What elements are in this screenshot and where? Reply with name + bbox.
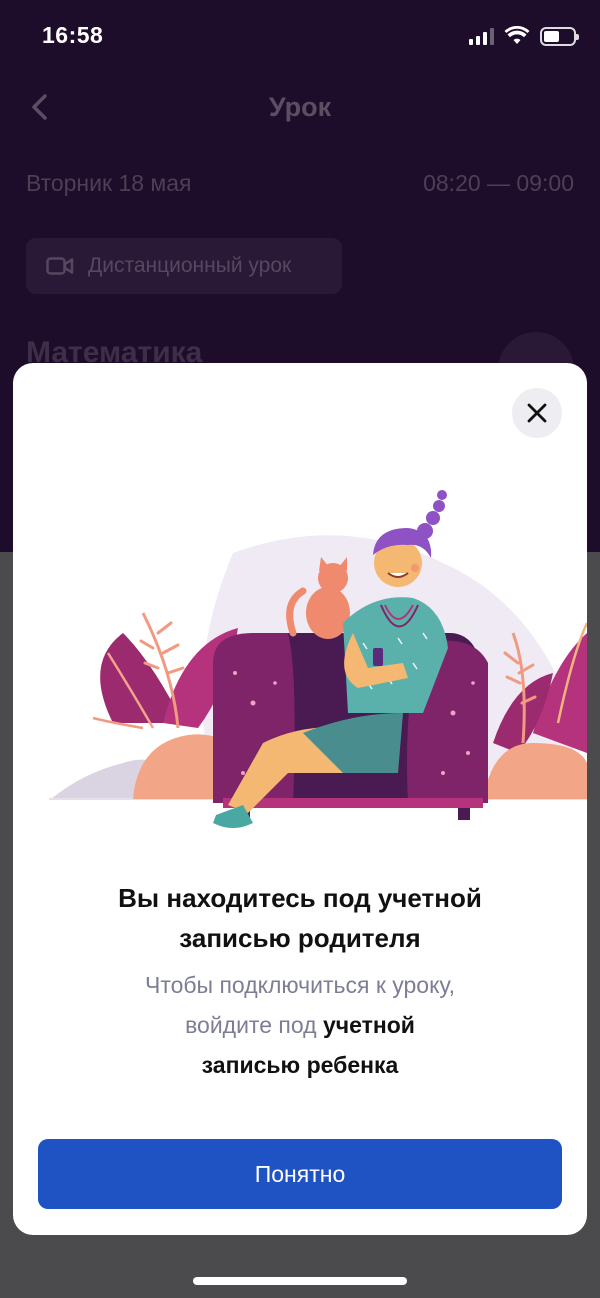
- ok-button[interactable]: Понятно: [38, 1139, 562, 1209]
- modal-text-line-1: Чтобы подключиться к уроку,: [144, 972, 456, 998]
- modal-text-line-3-bold: записью ребенка: [201, 1052, 399, 1078]
- page-title: Урок: [268, 92, 332, 122]
- navigation-bar: Урок: [0, 80, 600, 134]
- home-indicator[interactable]: [193, 1277, 407, 1285]
- woman-in-armchair-illustration: [49, 490, 587, 828]
- lesson-date: Вторник 18 мая: [26, 170, 192, 196]
- modal-title-line-1: Вы находитесь под учетной: [118, 883, 482, 913]
- modal-title: Вы находитесь под учетной записью родите…: [53, 878, 547, 958]
- video-camera-icon: [46, 257, 74, 275]
- modal-text-line-3: записью ребенка: [53, 1045, 547, 1085]
- remote-lesson-badge: Дистанционный урок: [26, 238, 342, 294]
- status-bar: 16:58: [0, 0, 600, 72]
- modal-text-line-2-regular: войдите под: [185, 1012, 323, 1038]
- wifi-icon: [504, 26, 530, 44]
- cellular-signal-icon: [469, 27, 494, 45]
- close-icon: [527, 403, 547, 423]
- status-icons: [469, 26, 579, 46]
- modal-description: Чтобы подключиться к уроку, войдите под …: [53, 965, 547, 1085]
- battery-icon: [540, 26, 579, 46]
- modal-title-line-2: записью родителя: [179, 923, 421, 953]
- close-button[interactable]: [512, 388, 562, 438]
- modal-text-line-2-bold: учетной: [322, 1012, 415, 1038]
- status-time: 16:58: [42, 22, 104, 48]
- parent-account-modal: Вы находитесь под учетной записью родите…: [13, 363, 587, 1235]
- remote-lesson-label: Дистанционный урок: [88, 254, 292, 277]
- modal-text-line-2: войдите под учетной: [53, 1005, 547, 1045]
- lesson-time: 08:20 — 09:00: [423, 170, 574, 196]
